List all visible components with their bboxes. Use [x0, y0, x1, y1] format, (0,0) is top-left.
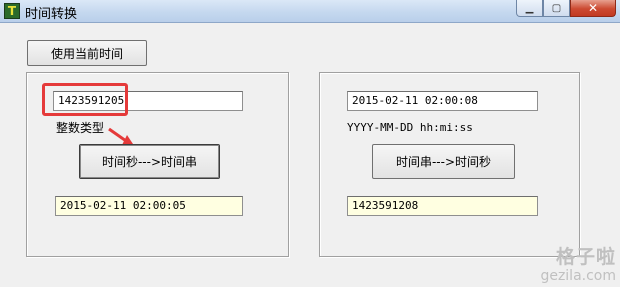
window-title: 时间转换: [25, 7, 78, 22]
seconds-result-field[interactable]: 1423591208: [347, 196, 538, 216]
seconds-to-string-button[interactable]: 时间秒--->时间串: [79, 144, 220, 179]
watermark-url: gezila.com: [540, 268, 616, 284]
minimize-icon: ▁: [525, 2, 534, 14]
window-controls: ▁ ▢ ✕: [516, 0, 616, 19]
time-string-result-field[interactable]: 2015-02-11 02:00:05: [55, 196, 243, 216]
maximize-button[interactable]: ▢: [543, 0, 570, 17]
highlight-box: [42, 83, 128, 116]
use-current-time-button[interactable]: 使用当前时间: [27, 40, 147, 66]
integer-type-label: 整数类型: [56, 121, 105, 135]
maximize-icon: ▢: [551, 2, 562, 14]
watermark-cn: 格子啦: [555, 246, 616, 268]
close-button[interactable]: ✕: [570, 0, 616, 17]
format-hint-label: YYYY-MM-DD hh:mi:ss: [347, 121, 473, 134]
string-to-seconds-button[interactable]: 时间串--->时间秒: [372, 144, 515, 179]
app-icon: T: [4, 3, 20, 19]
watermark: 格子啦 gezila.com: [540, 246, 616, 284]
title-bar: T 时间转换 ▁ ▢ ✕: [0, 0, 620, 23]
time-string-input[interactable]: 2015-02-11 02:00:08: [347, 91, 538, 111]
minimize-button[interactable]: ▁: [516, 0, 543, 17]
close-icon: ✕: [587, 1, 599, 15]
